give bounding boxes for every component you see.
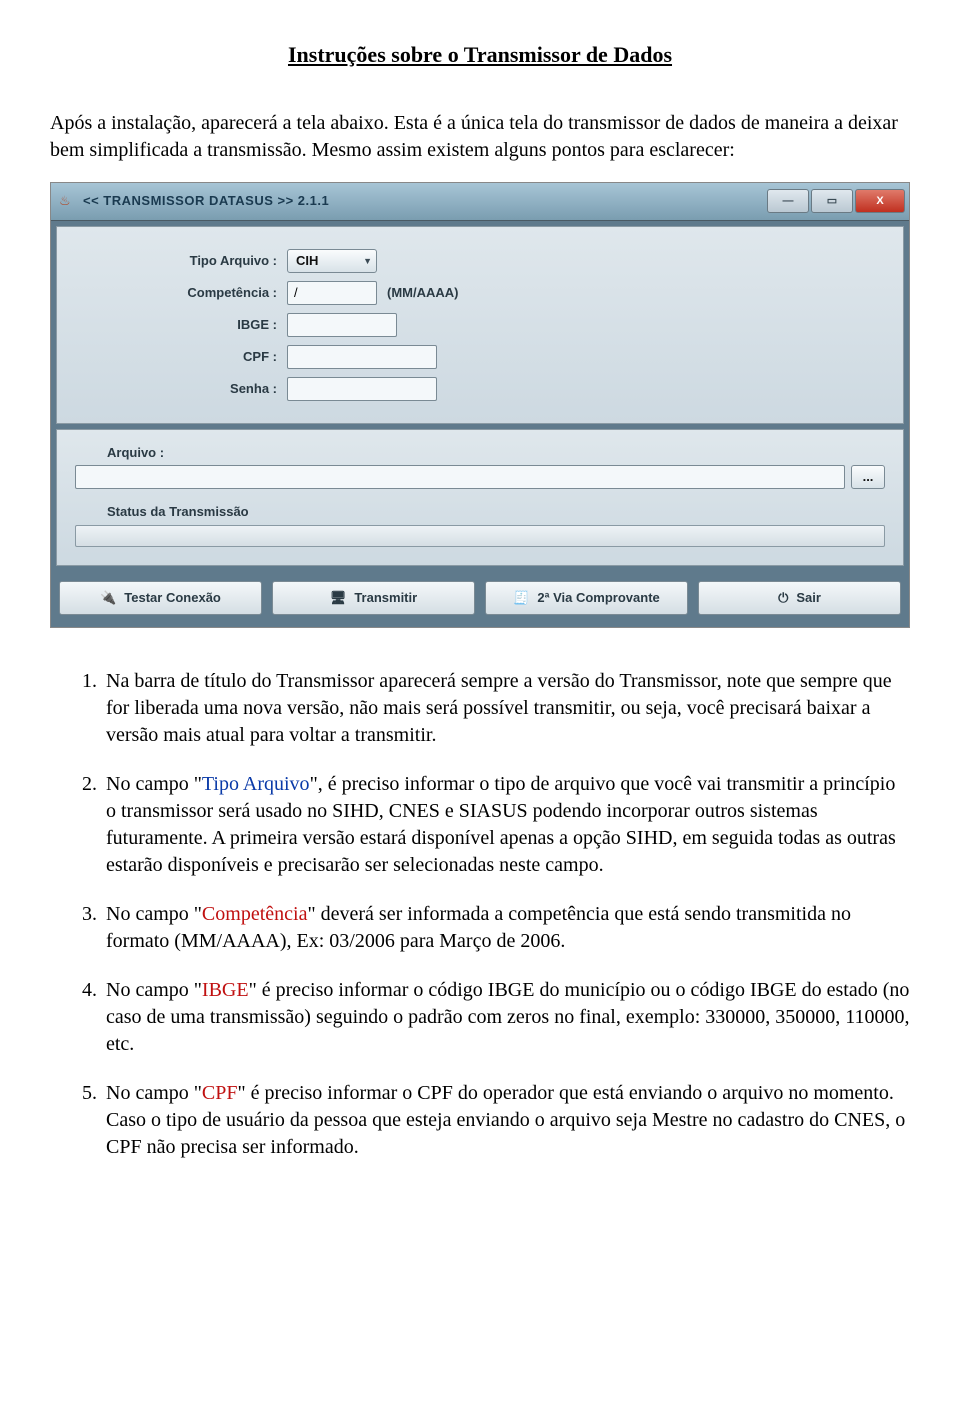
notes-list: Na barra de título do Transmissor aparec… (50, 668, 910, 1161)
note-2: No campo "Tipo Arquivo", é preciso infor… (102, 771, 910, 879)
competencia-input[interactable] (287, 281, 377, 305)
tipo-arquivo-value: CIH (296, 252, 318, 270)
keyword-competencia: Competência (202, 903, 308, 925)
transmitir-label: Transmitir (354, 589, 417, 607)
java-icon: ♨ (59, 193, 75, 209)
status-label: Status da Transmissão (107, 503, 885, 521)
competencia-hint: (MM/AAAA) (387, 284, 458, 302)
keyword-cpf: CPF (202, 1082, 238, 1104)
intro-paragraph: Após a instalação, aparecerá a tela abai… (50, 110, 910, 164)
tipo-arquivo-label: Tipo Arquivo : (167, 252, 287, 270)
file-panel: Arquivo : ... Status da Transmissão (56, 429, 904, 566)
transmitir-button[interactable]: 🖥 Transmitir (272, 581, 475, 615)
note-5: No campo "CPF" é preciso informar o CPF … (102, 1080, 910, 1161)
power-icon: ⏻ (778, 589, 788, 607)
testar-conexao-button[interactable]: 🔌 Testar Conexão (59, 581, 262, 615)
tipo-arquivo-select[interactable]: CIH ▼ (287, 249, 377, 273)
competencia-label: Competência : (167, 284, 287, 302)
page-title: Instruções sobre o Transmissor de Dados (50, 40, 910, 70)
button-bar: 🔌 Testar Conexão 🖥 Transmitir 🧾 2ª Via C… (51, 571, 909, 627)
sair-label: Sair (796, 589, 821, 607)
keyword-tipo-arquivo: Tipo Arquivo (202, 773, 310, 795)
arquivo-input[interactable] (75, 465, 845, 489)
ibge-input[interactable] (287, 313, 397, 337)
computer-icon: 🖥 (330, 589, 347, 607)
testar-label: Testar Conexão (124, 589, 221, 607)
app-window: ♨ << TRANSMISSOR DATASUS >> 2.1.1 — ▭ X … (50, 182, 910, 628)
titlebar: ♨ << TRANSMISSOR DATASUS >> 2.1.1 — ▭ X (51, 183, 909, 221)
maximize-button[interactable]: ▭ (811, 189, 853, 213)
cpf-label: CPF : (167, 348, 287, 366)
note-1: Na barra de título do Transmissor aparec… (102, 668, 910, 749)
segunda-via-button[interactable]: 🧾 2ª Via Comprovante (485, 581, 688, 615)
senha-input[interactable] (287, 377, 437, 401)
window-title: << TRANSMISSOR DATASUS >> 2.1.1 (83, 192, 767, 210)
segunda-via-label: 2ª Via Comprovante (537, 589, 659, 607)
minimize-button[interactable]: — (767, 189, 809, 213)
ibge-label: IBGE : (167, 316, 287, 334)
browse-button[interactable]: ... (851, 465, 885, 489)
form-panel: Tipo Arquivo : CIH ▼ Competência : (MM/A… (56, 226, 904, 424)
cpf-input[interactable] (287, 345, 437, 369)
progress-bar (75, 525, 885, 547)
receipt-icon: 🧾 (513, 589, 529, 607)
senha-label: Senha : (167, 380, 287, 398)
chevron-down-icon: ▼ (363, 255, 372, 267)
note-3: No campo "Competência" deverá ser inform… (102, 901, 910, 955)
note-4: No campo "IBGE" é preciso informar o cód… (102, 977, 910, 1058)
plug-icon: 🔌 (100, 589, 116, 607)
keyword-ibge: IBGE (202, 979, 249, 1001)
sair-button[interactable]: ⏻ Sair (698, 581, 901, 615)
arquivo-label: Arquivo : (107, 444, 885, 462)
close-button[interactable]: X (855, 189, 905, 213)
